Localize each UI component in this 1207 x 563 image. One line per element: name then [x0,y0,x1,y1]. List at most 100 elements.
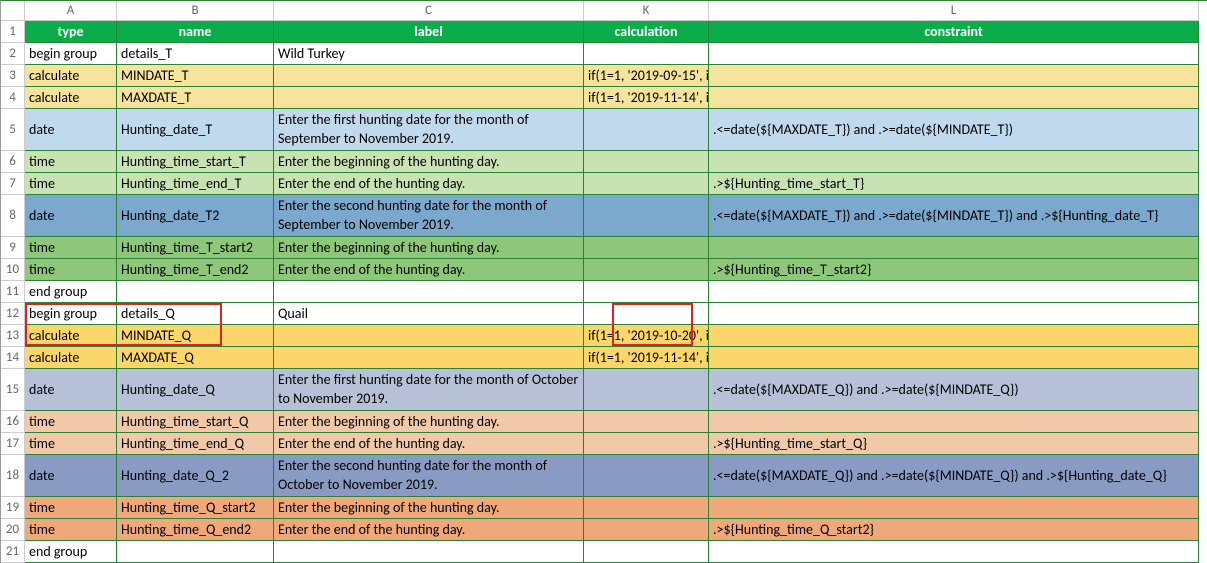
cell-A20[interactable]: time [25,519,117,541]
row-header-12[interactable]: 12 [1,303,25,325]
cell-K3[interactable]: if(1=1, '2019-09-15', if(1=0, '0000-00-0… [584,65,709,87]
cell-B10[interactable]: Hunting_time_T_end2 [117,259,274,281]
row-header-5[interactable]: 5 [1,109,25,151]
cell-A13[interactable]: calculate [25,325,117,347]
cell-C9[interactable]: Enter the beginning of the hunting day. [274,237,584,259]
spreadsheet-grid[interactable]: ABCKL1typenamelabelcalculationconstraint… [0,0,1207,563]
row-header-17[interactable]: 17 [1,433,25,455]
row-header-8[interactable]: 8 [1,195,25,237]
cell-A15[interactable]: date [25,369,117,411]
cell-K7[interactable] [584,173,709,195]
cell-L3[interactable] [709,65,1199,87]
row-header-4[interactable]: 4 [1,87,25,109]
cell-A14[interactable]: calculate [25,347,117,369]
column-header-A[interactable]: A [25,1,117,21]
cell-A16[interactable]: time [25,411,117,433]
cell-C20[interactable]: Enter the end of the hunting day. [274,519,584,541]
column-header-C[interactable]: C [274,1,584,21]
cell-B16[interactable]: Hunting_time_start_Q [117,411,274,433]
cell-L15[interactable]: .<=date(${MAXDATE_Q}) and .>=date(${MIND… [709,369,1199,411]
cell-B8[interactable]: Hunting_date_T2 [117,195,274,237]
cell-K13[interactable]: if(1=1, '2019-10-20', if(1=0, '0000-00-0… [584,325,709,347]
cell-A12[interactable]: begin group [25,303,117,325]
cell-K10[interactable] [584,259,709,281]
row-header-16[interactable]: 16 [1,411,25,433]
cell-C16[interactable]: Enter the beginning of the hunting day. [274,411,584,433]
cell-B5[interactable]: Hunting_date_T [117,109,274,151]
cell-L16[interactable] [709,411,1199,433]
cell-L21[interactable] [709,541,1199,563]
cell-A21[interactable]: end group [25,541,117,563]
cell-L14[interactable] [709,347,1199,369]
cell-A19[interactable]: time [25,497,117,519]
cell-K2[interactable] [584,43,709,65]
cell-L10[interactable]: .>${Hunting_time_T_start2} [709,259,1199,281]
cell-A6[interactable]: time [25,151,117,173]
cell-L9[interactable] [709,237,1199,259]
cell-K21[interactable] [584,541,709,563]
cell-L6[interactable] [709,151,1199,173]
cell-B7[interactable]: Hunting_time_end_T [117,173,274,195]
row-header-20[interactable]: 20 [1,519,25,541]
cell-C13[interactable] [274,325,584,347]
row-header-6[interactable]: 6 [1,151,25,173]
cell-A18[interactable]: date [25,455,117,497]
cell-L2[interactable] [709,43,1199,65]
cell-C15[interactable]: Enter the first hunting date for the mon… [274,369,584,411]
cell-K17[interactable] [584,433,709,455]
row-header-18[interactable]: 18 [1,455,25,497]
cell-C14[interactable] [274,347,584,369]
cell-C2[interactable]: Wild Turkey [274,43,584,65]
cell-C5[interactable]: Enter the first hunting date for the mon… [274,109,584,151]
cell-A2[interactable]: begin group [25,43,117,65]
cell-A3[interactable]: calculate [25,65,117,87]
row-header-21[interactable]: 21 [1,541,25,563]
cell-L11[interactable] [709,281,1199,303]
row-header-9[interactable]: 9 [1,237,25,259]
cell-B13[interactable]: MINDATE_Q [117,325,274,347]
cell-L12[interactable] [709,303,1199,325]
cell-A4[interactable]: calculate [25,87,117,109]
cell-K14[interactable]: if(1=1, '2019-11-14', if(1=0, '0000-00-0… [584,347,709,369]
cell-K19[interactable] [584,497,709,519]
cell-B19[interactable]: Hunting_time_Q_start2 [117,497,274,519]
cell-C19[interactable]: Enter the beginning of the hunting day. [274,497,584,519]
cell-B17[interactable]: Hunting_time_end_Q [117,433,274,455]
row-header-19[interactable]: 19 [1,497,25,519]
cell-B6[interactable]: Hunting_time_start_T [117,151,274,173]
row-header-10[interactable]: 10 [1,259,25,281]
cell-L17[interactable]: .>${Hunting_time_start_Q} [709,433,1199,455]
cell-L5[interactable]: .<=date(${MAXDATE_T}) and .>=date(${MIND… [709,109,1199,151]
row-header-15[interactable]: 15 [1,369,25,411]
cell-C12[interactable]: Quail [274,303,584,325]
cell-K20[interactable] [584,519,709,541]
cell-C8[interactable]: Enter the second hunting date for the mo… [274,195,584,237]
cell-B2[interactable]: details_T [117,43,274,65]
cell-K12[interactable] [584,303,709,325]
cell-B21[interactable] [117,541,274,563]
cell-K9[interactable] [584,237,709,259]
cell-C17[interactable]: Enter the end of the hunting day. [274,433,584,455]
cell-C4[interactable] [274,87,584,109]
cell-B18[interactable]: Hunting_date_Q_2 [117,455,274,497]
cell-B4[interactable]: MAXDATE_T [117,87,274,109]
cell-B9[interactable]: Hunting_time_T_start2 [117,237,274,259]
cell-L18[interactable]: .<=date(${MAXDATE_Q}) and .>=date(${MIND… [709,455,1199,497]
cell-A10[interactable]: time [25,259,117,281]
cell-K15[interactable] [584,369,709,411]
cell-C11[interactable] [274,281,584,303]
cell-A11[interactable]: end group [25,281,117,303]
cell-K8[interactable] [584,195,709,237]
cell-L7[interactable]: .>${Hunting_time_start_T} [709,173,1199,195]
cell-L4[interactable] [709,87,1199,109]
cell-C3[interactable] [274,65,584,87]
cell-K5[interactable] [584,109,709,151]
cell-K16[interactable] [584,411,709,433]
cell-B11[interactable] [117,281,274,303]
column-header-K[interactable]: K [584,1,709,21]
cell-B15[interactable]: Hunting_date_Q [117,369,274,411]
row-header-2[interactable]: 2 [1,43,25,65]
cell-C7[interactable]: Enter the end of the hunting day. [274,173,584,195]
row-header-13[interactable]: 13 [1,325,25,347]
cell-K11[interactable] [584,281,709,303]
